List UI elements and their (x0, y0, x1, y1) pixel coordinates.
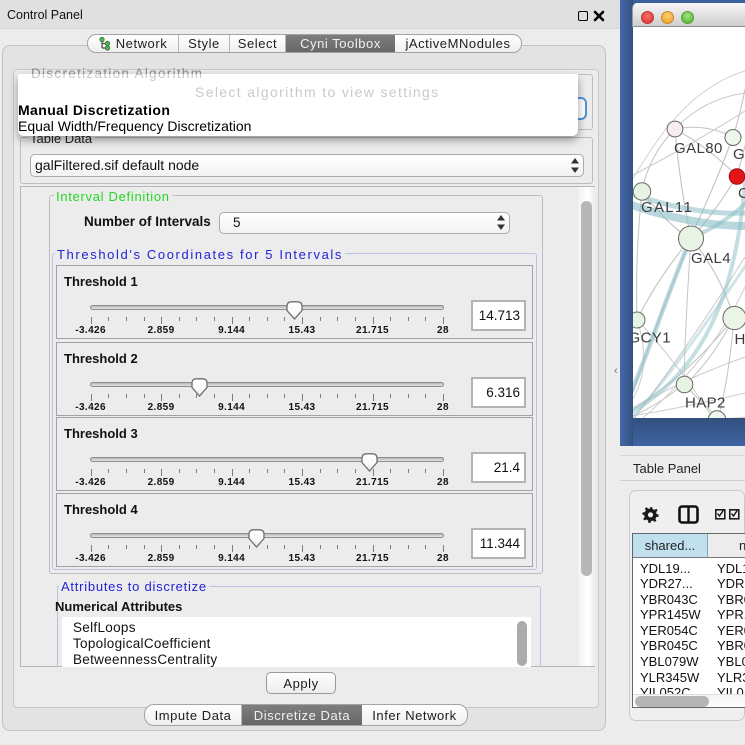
svg-text:C: C (738, 185, 745, 202)
svg-text:GCY1: GCY1 (633, 330, 671, 347)
svg-text:GAL11: GAL11 (641, 199, 693, 216)
svg-text:GAL80: GAL80 (674, 140, 723, 157)
svg-text:GA: GA (733, 146, 745, 163)
svg-text:HAP2: HAP2 (685, 395, 726, 412)
svg-text:HI: HI (735, 331, 745, 348)
svg-text:GAL4: GAL4 (691, 250, 731, 267)
